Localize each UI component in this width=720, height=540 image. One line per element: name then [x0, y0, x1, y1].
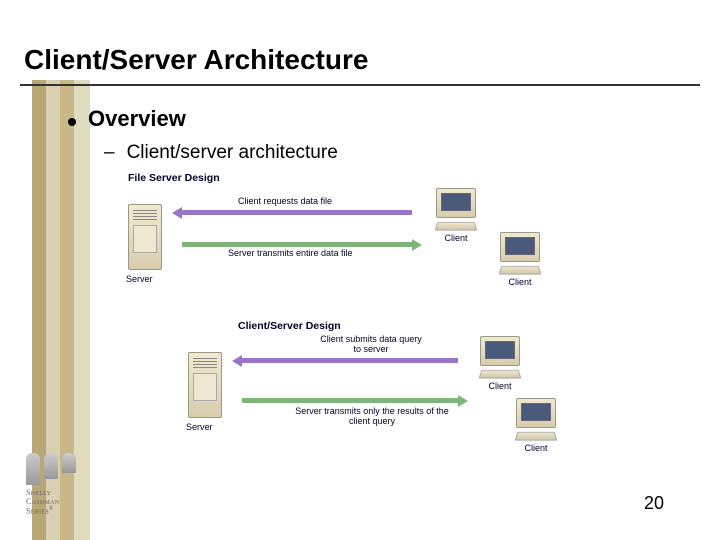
- publisher-logo: Shelly Cashman Series®: [26, 453, 98, 516]
- subbullet-1-text: Client/server architecture: [127, 142, 338, 164]
- dash-icon: –: [104, 142, 115, 164]
- diagrams: File Server Design Server Client request…: [128, 172, 558, 470]
- logo-text: Shelly Cashman Series®: [26, 489, 98, 516]
- page-number: 20: [644, 493, 664, 514]
- slide: Client/Server Architecture Overview – Cl…: [0, 0, 720, 540]
- diagram-2-title: Client/Server Design: [238, 320, 558, 332]
- client-1: Client: [472, 336, 528, 391]
- monitor-icon: [500, 232, 540, 262]
- diagram-file-server: File Server Design Server Client request…: [128, 172, 558, 312]
- monitor-icon: [436, 188, 476, 218]
- server-icon: [188, 352, 222, 418]
- title-area: Client/Server Architecture: [0, 0, 720, 80]
- bullet-1: Overview: [68, 106, 720, 132]
- slide-body: Overview – Client/server architecture Fi…: [0, 86, 720, 470]
- logo-line3: Series: [26, 507, 49, 516]
- client-2-label: Client: [508, 443, 564, 453]
- arrow-results-label: Server transmits only the results of the…: [292, 406, 452, 426]
- client-2: Client: [492, 232, 548, 287]
- bullet-dot-icon: [68, 118, 76, 126]
- monitor-icon: [516, 398, 556, 428]
- diagram-1-title: File Server Design: [128, 172, 558, 184]
- server-icon: [128, 204, 162, 270]
- logo-bars-icon: [26, 453, 98, 485]
- keyboard-icon: [479, 370, 522, 379]
- arrow-results: [242, 398, 458, 403]
- arrow-response-label: Server transmits entire data file: [228, 248, 353, 258]
- arrow-query: [242, 358, 458, 363]
- subbullet-1: – Client/server architecture: [104, 142, 720, 164]
- server-label: Server: [126, 274, 153, 284]
- diagram-client-server: Client/Server Design Server Client submi…: [128, 320, 558, 470]
- keyboard-icon: [515, 432, 558, 441]
- arrow-request-label: Client requests data file: [238, 196, 332, 206]
- arrow-request: [182, 210, 412, 215]
- keyboard-icon: [435, 222, 478, 231]
- client-2-label: Client: [492, 277, 548, 287]
- arrow-query-label: Client submits data query to server: [316, 334, 426, 354]
- client-1: Client: [428, 188, 484, 243]
- client-1-label: Client: [472, 381, 528, 391]
- registered-icon: ®: [49, 506, 54, 512]
- logo-line2: Cashman: [26, 497, 59, 506]
- keyboard-icon: [499, 266, 542, 275]
- arrow-response: [182, 242, 412, 247]
- bullet-1-text: Overview: [88, 106, 186, 132]
- client-1-label: Client: [428, 233, 484, 243]
- server-label: Server: [186, 422, 213, 432]
- monitor-icon: [480, 336, 520, 366]
- client-2: Client: [508, 398, 564, 453]
- page-title: Client/Server Architecture: [24, 44, 720, 76]
